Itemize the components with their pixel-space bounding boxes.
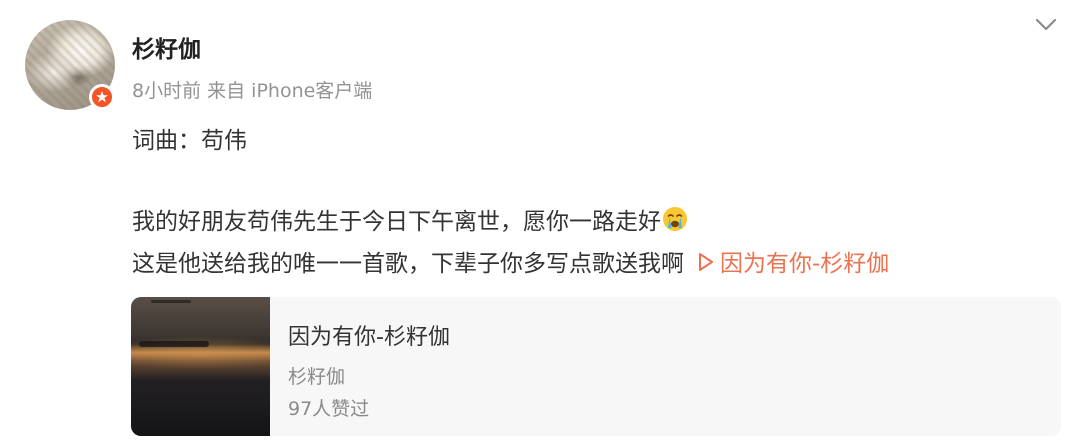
chevron-down-icon[interactable] bbox=[1034, 17, 1058, 33]
song-artist: 杉籽伽 bbox=[288, 366, 346, 388]
song-likes: 97人赞过 bbox=[288, 398, 370, 420]
post-text-line: 我的好朋友苟伟先生于今日下午离世，愿你一路走好 bbox=[132, 202, 688, 236]
username[interactable]: 杉籽伽 bbox=[132, 30, 201, 64]
crying-emoji-icon bbox=[663, 207, 687, 231]
post-text: 这是他送给我的唯一一首歌，下辈子你多写点歌送我啊 bbox=[132, 251, 684, 277]
post-text-line: 这是他送给我的唯一一首歌，下辈子你多写点歌送我啊 因为有你-杉籽伽 bbox=[132, 244, 889, 278]
post-text-line: 词曲：苟伟 bbox=[132, 128, 247, 154]
verified-badge-icon bbox=[89, 84, 115, 110]
play-triangle-icon bbox=[699, 253, 713, 271]
song-title: 因为有你-杉籽伽 bbox=[288, 325, 450, 350]
music-card[interactable]: 因为有你-杉籽伽 杉籽伽 97人赞过 bbox=[131, 297, 1061, 436]
music-link[interactable]: 因为有你-杉籽伽 bbox=[698, 251, 889, 277]
album-cover[interactable] bbox=[131, 297, 270, 436]
post-text: 我的好朋友苟伟先生于今日下午离世，愿你一路走好 bbox=[132, 209, 661, 235]
music-link-label: 因为有你-杉籽伽 bbox=[720, 251, 890, 277]
post-meta: 8小时前 来自 iPhone客户端 bbox=[132, 80, 373, 102]
